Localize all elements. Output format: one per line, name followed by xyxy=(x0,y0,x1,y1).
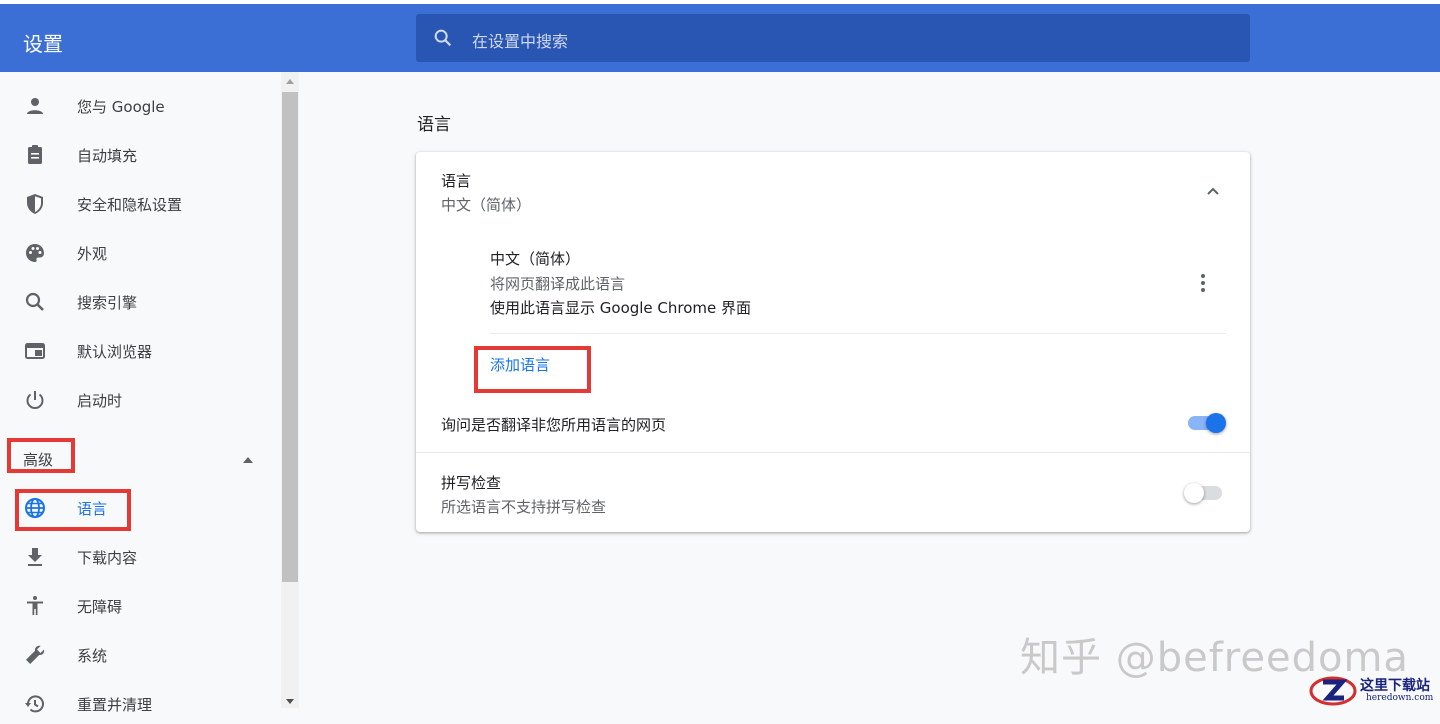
chevron-up-icon[interactable] xyxy=(1206,184,1220,198)
spellcheck-subtitle: 所选语言不支持拼写检查 xyxy=(441,498,607,516)
sidebar-item-label: 无障碍 xyxy=(77,598,123,616)
language-ui-note: 使用此语言显示 Google Chrome 界面 xyxy=(490,299,752,317)
offer-translate-label: 询问是否翻译非您所用语言的网页 xyxy=(441,416,667,434)
highlight-box xyxy=(7,438,75,473)
app-title: 设置 xyxy=(23,32,63,56)
accessibility-icon xyxy=(27,596,43,615)
toggle-knob xyxy=(1184,483,1204,503)
highlight-box xyxy=(15,489,131,531)
page-title: 语言 xyxy=(417,115,451,135)
search-input[interactable]: 在设置中搜索 xyxy=(416,14,1250,62)
offer-translate-toggle[interactable] xyxy=(1188,413,1226,433)
scrollbar-thumb[interactable] xyxy=(282,92,298,582)
more-vert-icon[interactable] xyxy=(1199,273,1207,293)
search-icon xyxy=(25,292,44,311)
history-icon xyxy=(25,695,44,713)
divider xyxy=(490,333,1226,334)
download-icon xyxy=(28,548,42,566)
power-icon xyxy=(26,391,44,409)
spellcheck-toggle[interactable] xyxy=(1184,483,1222,503)
sidebar-item-label: 搜索引擎 xyxy=(77,294,138,312)
divider xyxy=(416,452,1250,453)
scroll-down-arrow-icon[interactable] xyxy=(286,699,294,704)
languages-title: 语言 xyxy=(441,172,472,190)
sidebar-item-search-engine[interactable]: 搜索引擎 xyxy=(0,282,270,322)
palette-icon xyxy=(26,244,44,262)
sidebar-item-appearance[interactable]: 外观 xyxy=(0,233,270,273)
sidebar-item-default-browser[interactable]: 默认浏览器 xyxy=(0,331,270,371)
sidebar-item-system[interactable]: 系统 xyxy=(0,635,270,675)
scroll-up-arrow-icon[interactable] xyxy=(286,79,294,84)
sidebar-item-autofill[interactable]: 自动填充 xyxy=(0,135,270,175)
person-icon xyxy=(27,98,43,114)
toggle-knob xyxy=(1206,413,1226,433)
languages-subtitle: 中文（简体） xyxy=(441,196,532,214)
sidebar-item-label: 系统 xyxy=(77,647,108,665)
wrench-icon xyxy=(26,645,45,664)
sidebar-item-label: 默认浏览器 xyxy=(77,343,153,361)
sidebar-item-on-startup[interactable]: 启动时 xyxy=(0,380,270,420)
sidebar-item-label: 下载内容 xyxy=(77,549,138,567)
sidebar-item-you-and-google[interactable]: 您与 Google xyxy=(0,86,270,126)
site-name: 这里下载站 xyxy=(1360,678,1430,694)
sidebar-item-label: 安全和隐私设置 xyxy=(77,196,183,214)
site-logo-icon xyxy=(1309,676,1357,706)
language-translate-note: 将网页翻译成此语言 xyxy=(490,275,626,293)
search-icon xyxy=(434,29,452,47)
sidebar-item-label: 重置并清理 xyxy=(77,696,153,714)
clipboard-icon xyxy=(28,145,42,164)
languages-card: 语言 中文（简体） 中文（简体） 将网页翻译成此语言 使用此语言显示 Googl… xyxy=(416,152,1250,532)
browser-window-icon xyxy=(25,343,45,359)
shield-icon xyxy=(27,194,43,214)
sidebar-scrollbar[interactable] xyxy=(281,72,299,708)
sidebar-item-privacy[interactable]: 安全和隐私设置 xyxy=(0,184,270,224)
highlight-box xyxy=(474,346,591,393)
sidebar: 您与 Google 自动填充 安全和隐私设置 外观 搜索引擎 默认浏览器 启动时… xyxy=(0,72,280,714)
sidebar-item-label: 您与 Google xyxy=(77,98,165,116)
sidebar-item-downloads[interactable]: 下载内容 xyxy=(0,537,270,577)
sidebar-item-label: 自动填充 xyxy=(77,147,138,165)
sidebar-item-accessibility[interactable]: 无障碍 xyxy=(0,586,270,626)
sidebar-item-label: 外观 xyxy=(77,245,108,263)
language-name: 中文（简体） xyxy=(490,250,581,268)
sidebar-item-reset[interactable]: 重置并清理 xyxy=(0,684,270,724)
sidebar-item-label: 启动时 xyxy=(77,392,123,410)
site-url: heredown.com xyxy=(1366,693,1434,703)
search-placeholder: 在设置中搜索 xyxy=(472,32,569,51)
spellcheck-title: 拼写检查 xyxy=(441,474,502,492)
chevron-up-icon xyxy=(243,457,253,463)
settings-header: 设置 在设置中搜索 xyxy=(0,4,1440,72)
